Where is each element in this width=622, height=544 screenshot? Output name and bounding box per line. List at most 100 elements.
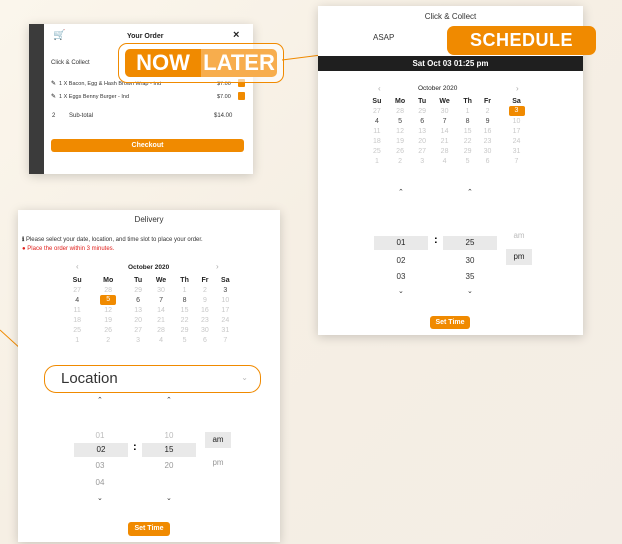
- calendar-month: October 2020: [128, 264, 170, 271]
- calendar-day: 28: [104, 286, 113, 294]
- calendar-week: 18 19 20 21 22 23 24: [66, 315, 236, 325]
- calendar-day: 27: [418, 147, 427, 155]
- calendar-day: 28: [157, 326, 165, 334]
- set-time-button[interactable]: Set Time: [430, 316, 470, 329]
- warning-icon: ●: [22, 246, 26, 252]
- calendar-day: 22: [180, 316, 189, 324]
- calendar-day: 25: [73, 326, 82, 334]
- warning-message: ● Place the order within 3 minutes.: [22, 246, 114, 252]
- minute-next: 30: [465, 256, 475, 265]
- calendar-prev-icon[interactable]: ‹: [76, 262, 79, 271]
- calendar-day: 23: [483, 137, 492, 145]
- weekday-header: Sa: [221, 276, 230, 284]
- calendar-day[interactable]: 4: [366, 116, 388, 126]
- minute-value[interactable]: 15: [142, 443, 196, 457]
- calendar-day: 6: [485, 157, 490, 165]
- minute-next: 20: [164, 461, 174, 470]
- calendar-day: 28: [440, 147, 449, 155]
- calendar-week: 27 28 29 30 1 2 3: [66, 285, 236, 295]
- calendar-day: 14: [157, 306, 165, 314]
- calendar-day[interactable]: 8: [457, 116, 478, 126]
- location-callout[interactable]: Location ⌄: [44, 365, 261, 393]
- calendar-day: 13: [134, 306, 142, 314]
- calendar-day: 15: [463, 127, 472, 135]
- minute-value[interactable]: 25: [443, 236, 497, 250]
- calendar-day: 24: [221, 316, 230, 324]
- panel-title: Delivery: [134, 215, 164, 224]
- calendar-day[interactable]: 6: [412, 116, 432, 126]
- minute-up-icon[interactable]: ⌃: [166, 396, 172, 404]
- calendar-week: 18 19 20 21 22 23 24: [366, 136, 536, 146]
- calendar-day[interactable]: 7: [148, 295, 174, 305]
- calendar-day[interactable]: 8: [174, 295, 195, 305]
- hour-up-icon[interactable]: ⌃: [97, 396, 103, 404]
- calendar-week: 27 28 29 30 1 2 3: [366, 106, 536, 116]
- calendar-next-icon[interactable]: ›: [516, 84, 519, 93]
- calendar-day: 30: [157, 286, 165, 294]
- calendar-day: 27: [372, 107, 381, 115]
- ampm-pm[interactable]: pm: [207, 458, 229, 467]
- weekday-header: Mo: [395, 97, 406, 105]
- ampm-am[interactable]: am: [508, 231, 530, 240]
- chevron-down-icon: ⌄: [241, 373, 248, 382]
- calendar-week: 1 2 3 4 5 6 7: [366, 156, 536, 166]
- calendar-day: 2: [398, 157, 403, 165]
- calendar-day[interactable]: 4: [66, 295, 88, 305]
- ampm-pm[interactable]: pm: [506, 249, 532, 265]
- minute-up-icon[interactable]: ⌃: [467, 188, 473, 196]
- calendar-day: 2: [106, 336, 111, 344]
- calendar-day[interactable]: 5: [88, 295, 128, 305]
- weekday-header: Th: [180, 276, 189, 284]
- minute-prev: 10: [164, 431, 174, 440]
- calendar-week: 11 12 13 14 15 16 17: [366, 126, 536, 136]
- hour-value[interactable]: 02: [74, 443, 128, 457]
- calendar-day[interactable]: 3: [497, 106, 536, 116]
- weekday-header: Th: [463, 97, 472, 105]
- calendar-day[interactable]: 5: [388, 116, 413, 126]
- calendar-day: 17: [512, 127, 521, 135]
- calendar-week: 25 26 27 28 29 30 31: [366, 146, 536, 156]
- calendar-month: October 2020: [418, 85, 458, 92]
- calendar-day: 23: [201, 316, 209, 324]
- minute-down-icon[interactable]: ⌄: [166, 494, 172, 502]
- hour-down-icon[interactable]: ⌄: [97, 494, 103, 502]
- calendar-day: 1: [182, 286, 187, 294]
- minute-down-icon[interactable]: ⌄: [467, 287, 473, 295]
- calendar-day: 4: [442, 157, 447, 165]
- minute-next2: 35: [465, 272, 475, 281]
- hour-prev: 01: [95, 431, 105, 440]
- calendar-day[interactable]: 3: [215, 285, 236, 295]
- weekday-header: Fr: [201, 276, 209, 284]
- calendar-day: 26: [104, 326, 113, 334]
- ampm-am[interactable]: am: [205, 432, 231, 448]
- calendar-day: 2: [485, 107, 490, 115]
- calendar-next-icon[interactable]: ›: [216, 262, 219, 271]
- calendar-week: 25 26 27 28 29 30 31: [66, 325, 236, 335]
- tab-asap[interactable]: ASAP: [373, 33, 394, 42]
- schedule-callout[interactable]: SCHEDULE: [447, 26, 596, 55]
- calendar-day[interactable]: 9: [478, 116, 497, 126]
- hour-value[interactable]: 01: [374, 236, 428, 250]
- calendar-day: 18: [73, 316, 82, 324]
- calendar-day[interactable]: 7: [432, 116, 457, 126]
- calendar-day: 20: [418, 137, 427, 145]
- weekday-header: Fr: [484, 97, 492, 105]
- hour-next2: 04: [95, 478, 105, 487]
- click-collect-panel: Click & Collect ASAP Sat Oct 03 01:25 pm…: [318, 6, 583, 335]
- calendar-day[interactable]: 6: [128, 295, 148, 305]
- calendar-day: 10: [221, 296, 230, 304]
- hour-down-icon[interactable]: ⌄: [398, 287, 404, 295]
- calendar-day: 28: [396, 107, 404, 115]
- calendar-day: 1: [374, 157, 379, 165]
- calendar-day: 16: [483, 127, 492, 135]
- calendar-day: 24: [512, 137, 521, 145]
- calendar-day: 20: [134, 316, 142, 324]
- calendar-day: 27: [73, 286, 82, 294]
- info-icon: ℹ: [22, 237, 25, 243]
- calendar-day: 27: [134, 326, 142, 334]
- hour-up-icon[interactable]: ⌃: [398, 188, 404, 196]
- set-time-button[interactable]: Set Time: [128, 522, 170, 536]
- weekday-header: Mo: [103, 276, 114, 284]
- calendar-prev-icon[interactable]: ‹: [378, 84, 381, 93]
- calendar-day: 22: [463, 137, 472, 145]
